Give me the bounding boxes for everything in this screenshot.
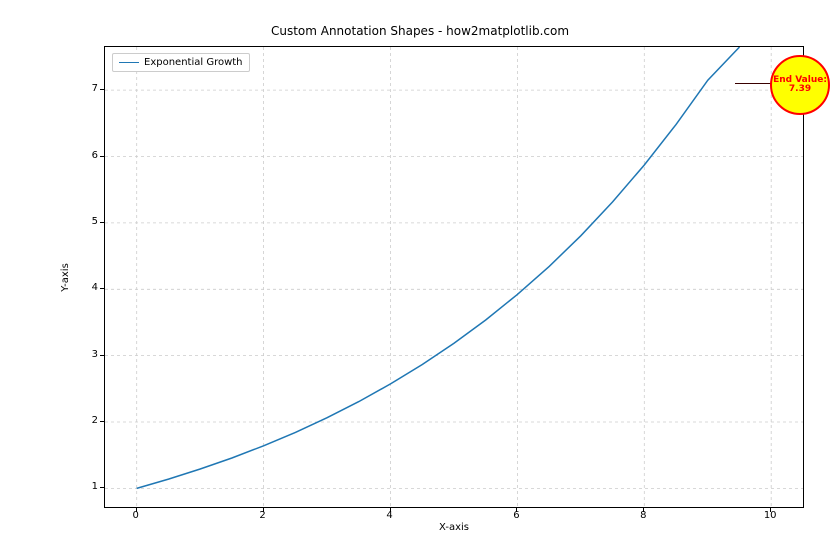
legend-line-icon [119, 62, 139, 63]
ytick-mark [100, 487, 104, 488]
ytick-mark [100, 355, 104, 356]
ytick-label: 1 [78, 481, 98, 492]
x-axis-label: X-axis [104, 522, 804, 533]
ytick-label: 5 [78, 216, 98, 227]
ytick-mark [100, 89, 104, 90]
ytick-label: 3 [78, 349, 98, 360]
ytick-label: 4 [78, 282, 98, 293]
annotation-text: End Value: 7.39 [773, 76, 827, 95]
chart-title: Custom Annotation Shapes - how2matplotli… [0, 24, 840, 38]
figure: Custom Annotation Shapes - how2matplotli… [0, 0, 840, 560]
xtick-label: 4 [370, 510, 410, 521]
ytick-label: 7 [78, 83, 98, 94]
ytick-mark [100, 156, 104, 157]
ytick-label: 6 [78, 150, 98, 161]
xtick-label: 10 [750, 510, 790, 521]
y-axis-label-text: Y-axis [60, 263, 71, 292]
ytick-mark [100, 421, 104, 422]
ytick-mark [100, 222, 104, 223]
ytick-mark [100, 288, 104, 289]
legend-label: Exponential Growth [144, 57, 243, 68]
xtick-label: 6 [496, 510, 536, 521]
plot-svg [105, 47, 803, 507]
xtick-label: 0 [116, 510, 156, 521]
legend: Exponential Growth [112, 53, 250, 72]
plot-area [104, 46, 804, 508]
grid [105, 47, 803, 507]
ytick-label: 2 [78, 415, 98, 426]
y-axis-label: Y-axis [58, 46, 72, 508]
xtick-label: 8 [623, 510, 663, 521]
annotation-line2: 7.39 [789, 84, 811, 94]
xtick-label: 2 [243, 510, 283, 521]
annotation-circle: End Value: 7.39 [770, 55, 830, 115]
